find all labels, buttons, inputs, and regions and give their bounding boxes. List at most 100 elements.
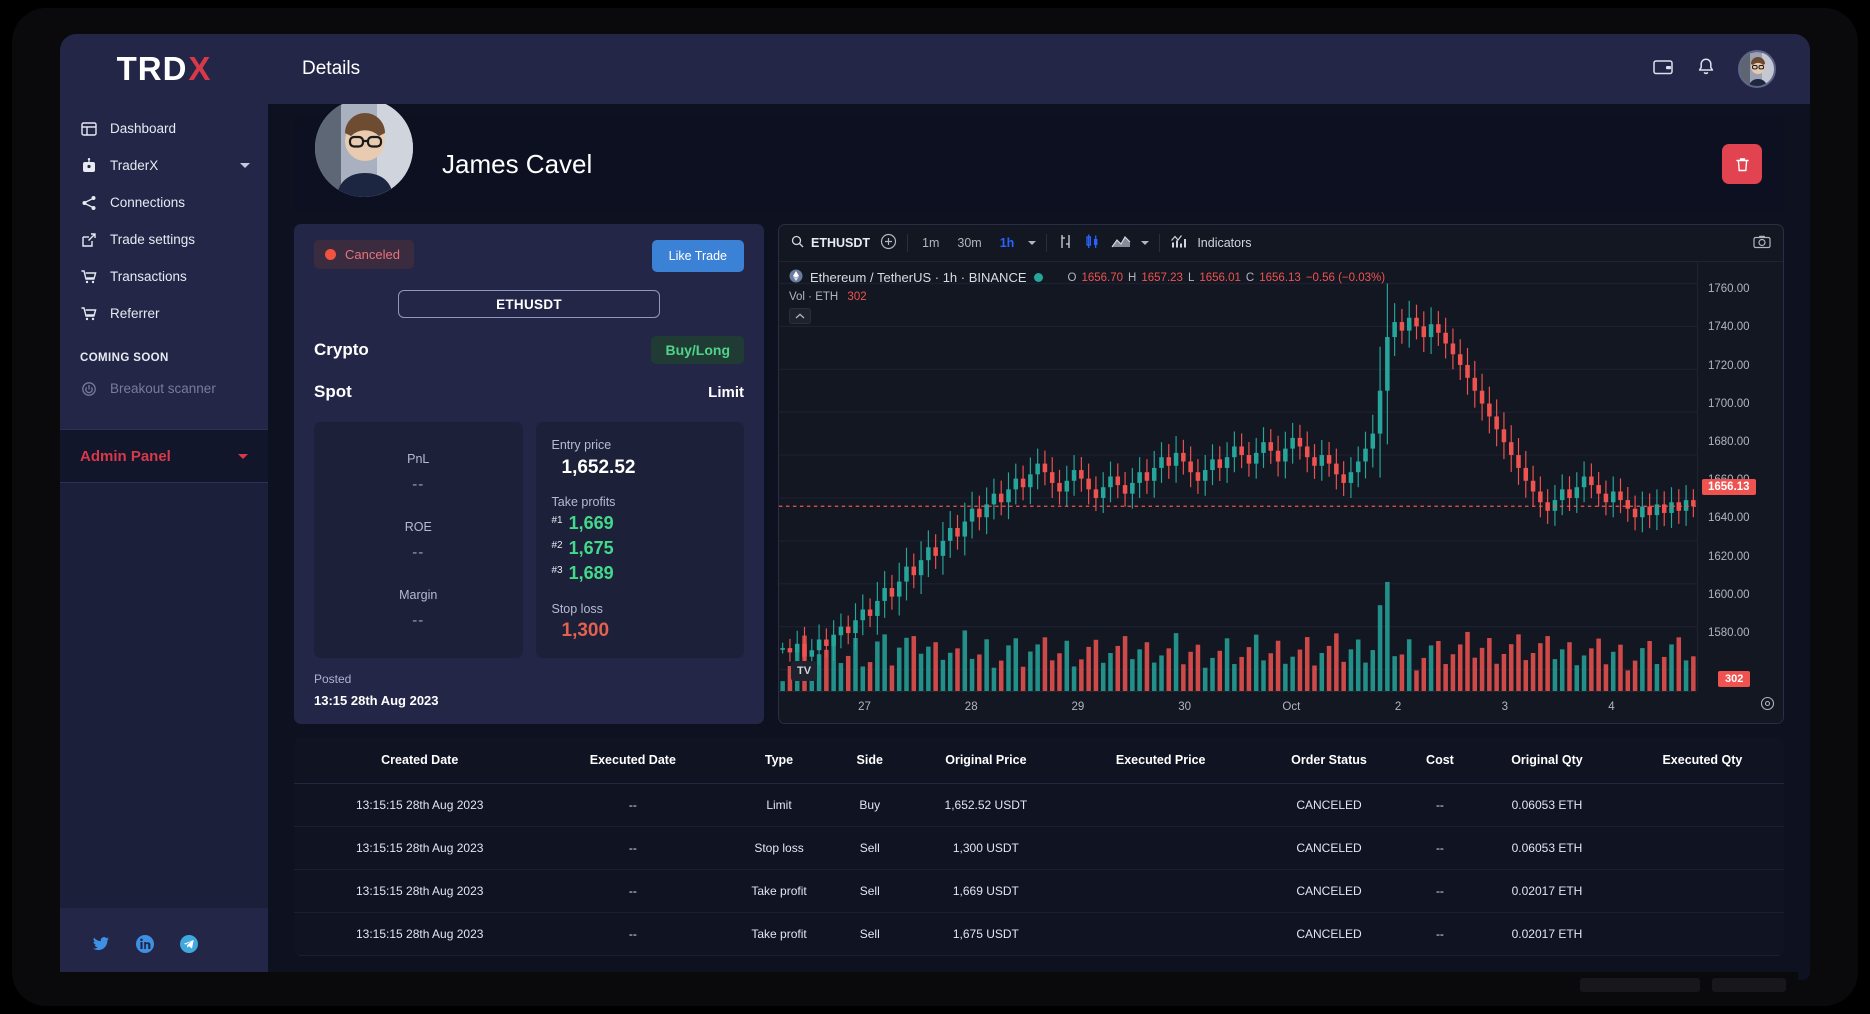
chevron-down-icon[interactable]	[1028, 241, 1037, 245]
timeframe-1m[interactable]: 1m	[918, 234, 943, 252]
price-axis-tick: 1620.00	[1708, 550, 1750, 563]
table-cell	[1070, 912, 1252, 956]
social-links	[60, 908, 268, 980]
table-cell: 13:15:15 28th Aug 2023	[294, 869, 546, 913]
time-axis-tick: 30	[1178, 701, 1192, 713]
chart-settings-icon[interactable]	[1760, 696, 1775, 716]
chart-symbol-search[interactable]: ETHUSDT	[791, 235, 870, 251]
take-profit-value: 1,689	[568, 563, 614, 583]
sidebar-spacer	[60, 483, 268, 908]
table-cell: 0.06053 ETH	[1473, 783, 1621, 827]
table-cell: Sell	[837, 869, 902, 913]
table-cell	[1070, 826, 1252, 870]
avatar[interactable]	[1738, 50, 1776, 88]
robot-icon	[80, 157, 98, 175]
orders-table: Created Date Executed Date Type Side Origina…	[294, 737, 1784, 956]
table-column-header: Type	[720, 737, 838, 784]
page-title: Details	[302, 58, 361, 79]
like-trade-button[interactable]: Like Trade	[651, 240, 744, 272]
table-cell	[1620, 912, 1784, 956]
table-cell: CANCELED	[1251, 783, 1407, 827]
add-symbol-icon[interactable]	[880, 233, 897, 253]
table-cell: 0.02017 ETH	[1473, 869, 1621, 913]
entry-price-value: 1,652.52	[561, 457, 636, 478]
sidebar-item-label: Referrer	[110, 306, 160, 321]
price-axis-tick: 1640.00	[1708, 512, 1750, 525]
page-content: James Cavel Canceled Like Trade ETHUSDT …	[268, 104, 1810, 980]
ohlc-low-value: 1656.01	[1199, 271, 1241, 284]
table-cell: Buy	[837, 783, 902, 827]
table-row[interactable]: 13:15:15 28th Aug 2023 -- Limit Buy 1,652.52…	[294, 783, 1784, 827]
table-column-header: Side	[837, 737, 902, 784]
timeframe-1h[interactable]: 1h	[996, 234, 1019, 252]
trade-symbol[interactable]: ETHUSDT	[398, 290, 660, 318]
profile-avatar[interactable]	[312, 104, 416, 200]
margin-block: Margin --	[330, 588, 507, 629]
table-cell: 1,675 USDT	[901, 912, 1071, 956]
market-type-row: Crypto Buy/Long	[314, 336, 744, 364]
price-axis-tick: 1760.00	[1708, 283, 1750, 296]
main-area: Details James Cavel Canceled Like Trade …	[268, 34, 1810, 980]
sidebar-item-traderx[interactable]: TraderX	[60, 147, 268, 184]
timeframe-30m[interactable]: 30m	[953, 234, 985, 252]
chart-plot-area[interactable]: Ethereum / TetherUS · 1h · BINANCE O 1656…	[779, 262, 1783, 723]
logo-accent: X	[188, 50, 212, 87]
sidebar-item-trade-settings[interactable]: Trade settings	[60, 221, 268, 258]
device-notch-left	[1580, 978, 1700, 992]
sidebar-item-transactions[interactable]: Transactions	[60, 258, 268, 295]
collapse-legend-button[interactable]	[789, 308, 811, 324]
price-axis-tick: 1700.00	[1708, 397, 1750, 410]
ohlc-close-value: 1656.13	[1259, 271, 1301, 284]
table-cell: Take profit	[720, 869, 838, 913]
time-axis[interactable]: 27 28 29 30 Oct 2 3 4	[779, 691, 1697, 723]
candlestick-icon[interactable]	[1084, 233, 1101, 253]
chevron-down-icon[interactable]	[238, 453, 248, 459]
delete-trade-button[interactable]	[1722, 144, 1762, 184]
bell-icon[interactable]	[1696, 57, 1716, 82]
table-row[interactable]: 13:15:15 28th Aug 2023 -- Take profit Sell 1…	[294, 869, 1784, 913]
chevron-down-icon[interactable]	[1141, 241, 1150, 245]
toolbar-divider	[1046, 234, 1048, 252]
price-axis-tick: 1600.00	[1708, 588, 1750, 601]
sidebar-item-connections[interactable]: Connections	[60, 184, 268, 221]
table-cell: Sell	[837, 912, 902, 956]
app-logo[interactable]: TRD X	[60, 34, 268, 104]
admin-panel-label: Admin Panel	[80, 447, 171, 465]
table-cell: 0.02017 ETH	[1473, 912, 1621, 956]
tradingview-logo[interactable]: TV	[791, 661, 817, 681]
sidebar-item-label: Breakout scanner	[110, 381, 216, 396]
order-type-label: Limit	[708, 383, 744, 401]
camera-icon[interactable]	[1753, 233, 1771, 254]
volume-badge: 302	[1718, 671, 1751, 687]
details-row: Canceled Like Trade ETHUSDT Crypto Buy/L…	[294, 224, 1784, 724]
chevron-down-icon[interactable]	[240, 163, 250, 168]
take-profit-row: #3 1,689	[552, 563, 729, 584]
admin-panel-toggle[interactable]: Admin Panel	[60, 429, 268, 483]
table-column-header: Order Status	[1251, 737, 1407, 784]
linkedin-icon[interactable]	[134, 933, 156, 955]
margin-value: --	[412, 611, 425, 629]
table-row[interactable]: 13:15:15 28th Aug 2023 -- Stop loss Sell 1,3…	[294, 826, 1784, 870]
sidebar-item-referrer[interactable]: Referrer	[60, 295, 268, 332]
stop-loss-value: 1,300	[561, 620, 610, 641]
sidebar-item-label: Dashboard	[110, 121, 177, 136]
indicators-icon[interactable]	[1170, 233, 1187, 253]
area-chart-icon[interactable]	[1111, 233, 1131, 253]
chart-toolbar: ETHUSDT 1m 30m 1h Indicators	[779, 225, 1783, 262]
device-notch-right	[1712, 978, 1786, 992]
ohlc-low-key: L	[1187, 271, 1195, 284]
search-icon	[791, 235, 804, 251]
twitter-icon[interactable]	[90, 933, 112, 955]
telegram-icon[interactable]	[178, 933, 200, 955]
toolbar-divider	[1159, 234, 1161, 252]
bar-style-icon[interactable]	[1057, 233, 1074, 253]
wallet-icon[interactable]	[1652, 56, 1674, 83]
table-cell: Limit	[720, 783, 838, 827]
indicators-label[interactable]: Indicators	[1197, 236, 1251, 250]
price-axis[interactable]: 1760.001740.001720.001700.001680.001660.…	[1697, 262, 1783, 691]
table-row[interactable]: 13:15:15 28th Aug 2023 -- Take profit Sell 1…	[294, 912, 1784, 956]
table-cell	[1620, 826, 1784, 870]
price-series-svg	[779, 282, 1697, 691]
sidebar-item-dashboard[interactable]: Dashboard	[60, 110, 268, 147]
profile-header: James Cavel	[294, 104, 1784, 212]
